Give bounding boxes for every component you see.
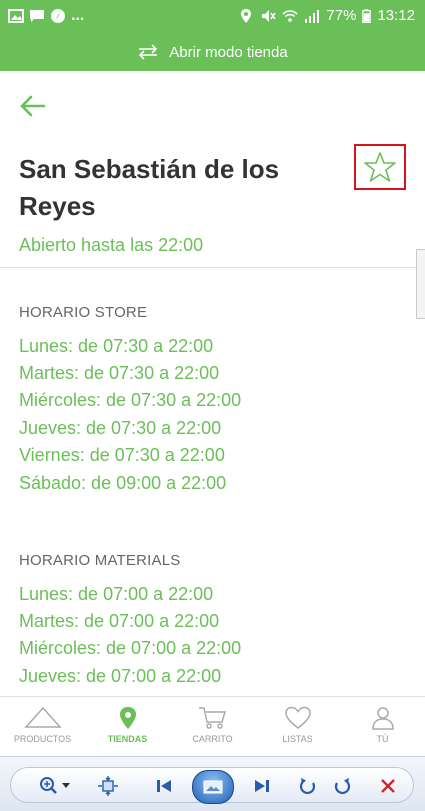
tab-label: TIENDAS [107,734,148,744]
schedule-line: Miércoles: de 07:30 a 22:00 [19,390,242,410]
tab-tu[interactable]: TÚ [340,697,425,757]
tab-tiendas[interactable]: TIENDAS [85,697,170,757]
zoom-dropdown-icon[interactable] [60,774,72,798]
next-icon[interactable] [250,774,274,798]
wifi-icon [282,9,298,22]
schedule-line: Lunes: de 07:30 a 22:00 [19,336,214,356]
tab-productos[interactable]: PRODUCTOS [0,697,85,757]
location-icon [241,8,252,23]
store-mode-bar[interactable]: Abrir modo tienda [0,33,425,71]
divider [0,267,425,268]
tab-carrito[interactable]: CARRITO [170,697,255,757]
schedule-line: Martes: de 07:30 a 22:00 [19,363,220,383]
triangle-icon [23,706,62,728]
fit-window-icon[interactable] [96,774,120,798]
heart-icon [284,706,311,729]
schedule-title-materials: HORARIO MATERIALS [19,552,181,569]
favorite-button[interactable] [354,144,406,190]
rotate-left-icon[interactable] [296,774,320,798]
battery-percent: 77% [326,7,357,24]
tab-label: TÚ [376,734,389,744]
battery-icon [362,8,372,23]
store-detail[interactable]: San Sebastián de los Reyes Abierto hasta… [0,71,425,696]
user-icon [371,707,394,730]
store-name: San Sebastián de los Reyes [19,154,280,221]
schedule-line: Jueves: de 07:30 a 22:00 [19,418,222,438]
slideshow-icon[interactable] [192,770,234,804]
swap-arrows-icon [139,44,158,60]
rotate-right-icon[interactable] [330,774,354,798]
tab-label: LISTAS [282,734,313,744]
zoom-icon[interactable] [38,774,62,798]
signal-icon [305,9,320,23]
back-arrow-icon[interactable] [18,91,48,121]
open-status: Abierto hasta las 22:00 [19,235,204,255]
schedule-title-store: HORARIO STORE [19,304,148,321]
bottom-nav: PRODUCTOS TIENDAS CARRITO LISTAS TÚ [0,696,425,757]
cart-icon [198,707,226,729]
mute-icon [262,9,277,22]
scroll-indicator[interactable] [416,249,425,319]
schedule-line: Sábado: de 09:00 a 22:00 [19,473,227,493]
store-mode-label: Abrir modo tienda [169,43,288,61]
tab-label: CARRITO [192,734,233,744]
compass-icon [51,9,65,23]
clock: 13:12 [377,7,415,24]
schedule-line: Viernes: de 07:30 a 22:00 [19,445,225,465]
schedule-line: Lunes: de 07:00 a 22:00 [19,584,214,604]
status-dots: ... [71,7,85,24]
map-pin-icon [119,707,136,729]
message-icon [30,10,44,22]
schedule-line: Martes: de 07:00 a 22:00 [19,611,220,631]
image-viewer-toolbar [0,756,425,811]
star-icon [364,152,396,182]
tab-listas[interactable]: LISTAS [255,697,340,757]
image-icon [8,9,24,23]
schedule-line: Miércoles: de 07:00 a 22:00 [19,638,242,658]
previous-icon[interactable] [152,774,176,798]
schedule-line: Jueves: de 07:00 a 22:00 [19,666,222,686]
delete-icon[interactable] [376,774,400,798]
tab-label: PRODUCTOS [13,734,72,744]
status-bar: ... 77% 13:12 [0,0,425,33]
